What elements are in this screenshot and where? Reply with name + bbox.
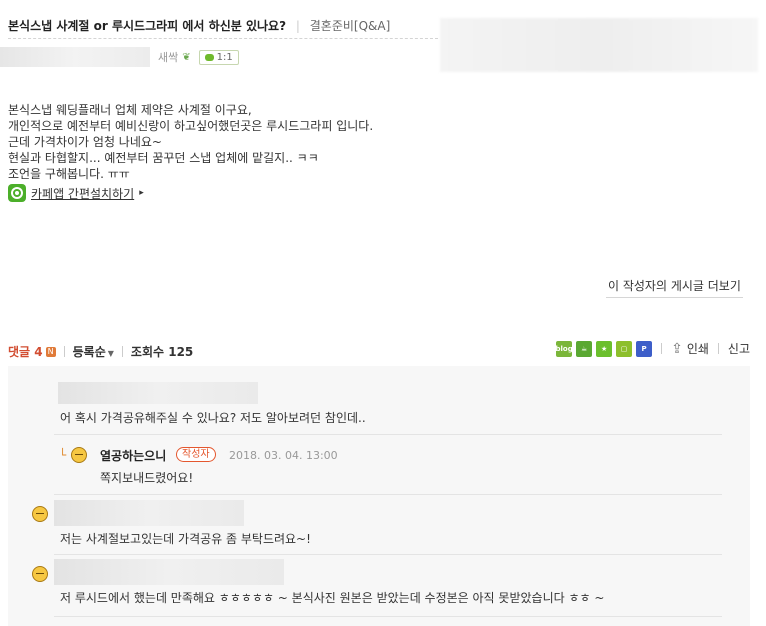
cafe-app-icon: [8, 184, 26, 202]
more-posts-button[interactable]: 이 작성자의 게시글 더보기: [606, 275, 743, 298]
writer-badge: 작성자: [176, 447, 216, 462]
divider: [717, 343, 719, 354]
reply-arrow-icon: └: [59, 448, 67, 462]
arrow-right-icon: ▸: [139, 188, 144, 198]
cafe-icon[interactable]: ☕: [576, 340, 593, 357]
avatar[interactable]: [32, 506, 48, 522]
avatar[interactable]: [32, 566, 48, 582]
share-toolbar: blog ☕ ★ ▢ P ⇪ 인쇄 신고: [555, 340, 750, 357]
content-line: 현실과 타협할지... 예전부터 꿈꾸던 스냅 업체에 맡길지.. ㅋㅋ: [8, 151, 319, 165]
comment-meta-bar: 댓글 4 N 등록순 ▼ 조회수 125 blog ☕ ★ ▢ P ⇪ 인쇄 신고: [0, 340, 766, 362]
blurred-author-name[interactable]: [0, 47, 150, 67]
memo-icon[interactable]: ▢: [616, 340, 633, 357]
comment-divider: [54, 616, 722, 617]
print-button[interactable]: 인쇄: [687, 340, 709, 357]
divider: [121, 346, 123, 357]
new-badge: N: [45, 346, 56, 357]
blurred-region: [440, 18, 758, 72]
p-icon[interactable]: P: [636, 340, 653, 357]
share-icon[interactable]: ⇪: [671, 341, 683, 357]
comment-meta-left: 댓글 4 N 등록순 ▼ 조회수 125: [8, 343, 193, 360]
sprout-icon: ❦: [182, 51, 191, 63]
author-row: 새싹 ❦ 1:1: [0, 47, 239, 67]
reply-text: 쪽지보내드렸어요!: [100, 471, 194, 485]
reply-date: 2018. 03. 04. 13:00: [229, 449, 338, 462]
board-name[interactable]: 결혼준비[Q&A]: [310, 19, 391, 33]
comment-label: 댓글: [8, 345, 31, 359]
title-separator: |: [295, 19, 300, 33]
chat-label: 1:1: [216, 51, 233, 63]
sort-label: 등록순: [72, 345, 106, 359]
post-content: 본식스냅 웨딩플래너 업체 제약은 사계절 이구요, 개인적으로 예전부터 예비…: [8, 102, 373, 182]
divider: [661, 343, 663, 354]
content-line: 조언을 구해봅니다. ㅠㅠ: [8, 167, 130, 181]
comment-divider: [54, 434, 722, 435]
comment-list: 어 혹시 가격공유해주실 수 있나요? 저도 알아보려던 참인데.. └ 열공하…: [8, 366, 750, 626]
app-link-label: 카페앱 간편설치하기: [31, 186, 135, 201]
chevron-down-icon: ▼: [107, 349, 114, 358]
comment-divider: [54, 494, 722, 495]
content-line: 근데 가격차이가 엄청 나네요~: [8, 135, 162, 149]
blurred-commenter[interactable]: [58, 382, 258, 404]
report-button[interactable]: 신고: [728, 340, 750, 357]
chat-bubble-icon: [204, 53, 214, 61]
member-level: 새싹: [158, 51, 179, 64]
comment-text: 어 혹시 가격공유해주실 수 있나요? 저도 알아보려던 참인데..: [60, 411, 366, 425]
comment-count: 4: [34, 345, 43, 359]
comment-toggle[interactable]: 댓글 4: [8, 343, 43, 360]
views-label: 조회수: [130, 345, 165, 359]
post-title[interactable]: 본식스냅 사계절 or 루시드그라피 에서 하신분 있나요?: [8, 19, 286, 33]
title-divider: [8, 38, 438, 39]
views-count: 125: [168, 345, 194, 359]
blurred-commenter[interactable]: [54, 559, 284, 585]
sort-dropdown[interactable]: 등록순 ▼: [73, 343, 114, 360]
avatar[interactable]: [71, 447, 87, 463]
post-title-row: 본식스냅 사계절 or 루시드그라피 에서 하신분 있나요? | 결혼준비[Q&…: [8, 17, 390, 34]
blog-icon[interactable]: blog: [555, 340, 573, 357]
cafe-app-install-link[interactable]: 카페앱 간편설치하기 ▸: [8, 184, 144, 202]
content-line: 본식스냅 웨딩플래너 업체 제약은 사계절 이구요,: [8, 103, 252, 117]
more-posts-label: 이 작성자의 게시글 더보기: [608, 279, 741, 293]
star-icon[interactable]: ★: [596, 340, 613, 357]
view-count: 조회수 125: [131, 343, 193, 360]
divider: [63, 346, 65, 357]
content-line: 개인적으로 예전부터 예비신랑이 하고싶어했던곳은 루시드그라피 입니다.: [8, 119, 374, 133]
comment-text: 저 루시드에서 했는데 만족해요 ㅎㅎㅎㅎㅎ ~ 본식사진 원본은 받았는데 수…: [60, 591, 605, 605]
reply-author[interactable]: 열공하는으니: [100, 447, 166, 464]
blurred-commenter[interactable]: [54, 500, 244, 526]
comment-divider: [54, 554, 722, 555]
comment-text: 저는 사계절보고있는데 가격공유 좀 부탁드려요~!: [60, 532, 311, 546]
chat-button[interactable]: 1:1: [198, 49, 239, 65]
